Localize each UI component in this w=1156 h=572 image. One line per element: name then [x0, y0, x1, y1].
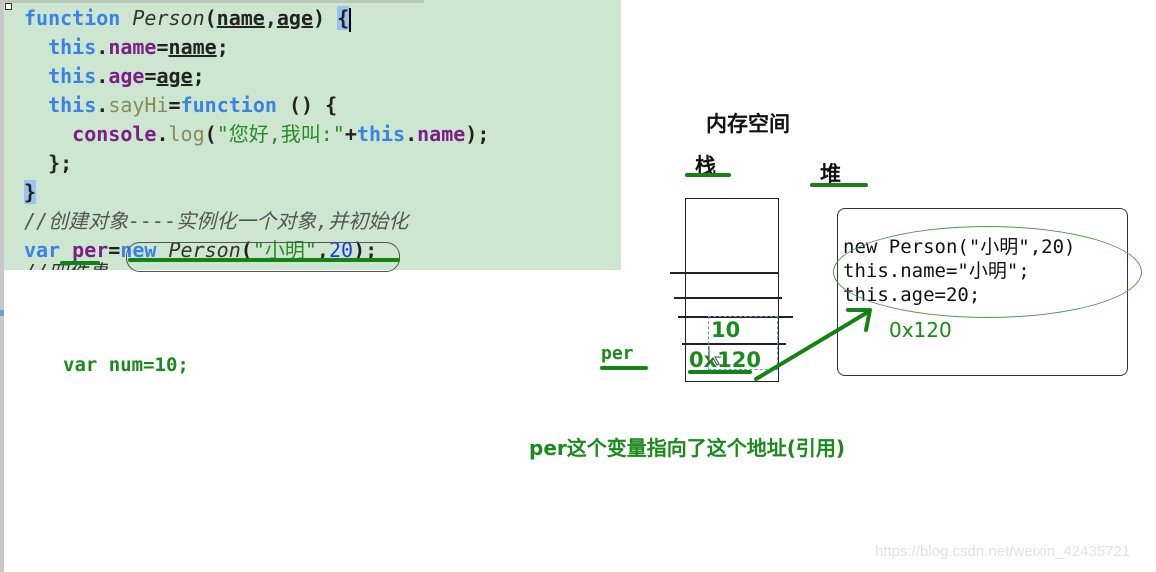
code-token: //创建对象----实例化一个对象,并初始化 [24, 209, 409, 233]
code-token: Person [132, 6, 205, 30]
code-highlight-ellipse [126, 242, 400, 272]
code-underline-annotation [128, 258, 400, 262]
stack-value-address: 0x120 [689, 348, 761, 372]
reference-caption: per这个变量指向了这个地址(引用) [529, 436, 846, 460]
toolbar-shadow [4, 0, 424, 3]
code-token: () { [276, 93, 338, 117]
code-token: }; [24, 151, 73, 175]
code-token: console [72, 122, 157, 146]
watermark: https://blog.csdn.net/weixin_42435721 [875, 543, 1131, 560]
code-token: this [48, 64, 97, 88]
code-token: name [168, 35, 217, 59]
code-token: per [72, 238, 109, 262]
code-token: ) [313, 6, 338, 30]
code-token: . [156, 122, 169, 146]
code-token: age [156, 64, 193, 88]
edge-marker [0, 310, 4, 316]
code-token: age [108, 64, 145, 88]
code-token: { [337, 6, 350, 30]
code-token: this [48, 93, 97, 117]
code-line: this.age=age; [24, 62, 489, 91]
stack-address-underline [688, 370, 752, 374]
code-token: function [24, 6, 121, 30]
code-token: + [344, 122, 357, 146]
text-cursor [349, 7, 352, 32]
stack-divider [670, 272, 778, 274]
code-token: = [144, 64, 157, 88]
code-token: . [96, 64, 109, 88]
code-token: . [96, 93, 109, 117]
code-line: console.log("您好,我叫:"+this.name); [24, 120, 489, 149]
code-token: name [108, 35, 157, 59]
heap-object-ellipse [833, 226, 1142, 318]
per-underline [600, 366, 648, 370]
code-token: } [24, 180, 37, 204]
code-line: }; [24, 149, 489, 178]
stack-divider [674, 297, 782, 299]
code-token: ; [216, 35, 229, 59]
code-line: function Person(name,age) { [24, 4, 489, 33]
code-token: . [405, 122, 418, 146]
code-token: = [156, 35, 169, 59]
code-token: sayHi [108, 93, 169, 117]
code-line: } [24, 178, 489, 207]
code-token: ; [192, 64, 205, 88]
code-line: //创建对象----实例化一个对象,并初始化 [24, 207, 489, 236]
stack-label-underline [685, 173, 731, 177]
per-variable-label: per [601, 343, 634, 364]
code-token: . [96, 35, 109, 59]
heap-label-underline [810, 183, 868, 187]
code-token: "您好,我叫:" [216, 122, 345, 146]
code-token: function [180, 93, 277, 117]
code-line: this.name=name; [24, 33, 489, 62]
code-token: name [417, 122, 466, 146]
code-token: this [48, 35, 97, 59]
code-block[interactable]: function Person(name,age) { this.name=na… [24, 4, 489, 265]
code-token: log [168, 122, 205, 146]
var-num-annotation: var num=10; [63, 354, 189, 376]
code-token: = [168, 93, 181, 117]
code-token: name [216, 6, 265, 30]
var-underline-annotation [60, 261, 100, 265]
code-token: , [264, 6, 277, 30]
code-token: ); [465, 122, 490, 146]
code-token: ( [204, 6, 217, 30]
code-token: age [276, 6, 314, 30]
heap-address: 0x120 [889, 318, 952, 342]
stack-value-num: 10 [711, 318, 741, 342]
window-corner-icon [5, 3, 12, 10]
code-token: = [108, 238, 121, 262]
memory-space-title: 内存空间 [706, 112, 790, 136]
code-line: this.sayHi=function () { [24, 91, 489, 120]
code-token: var [24, 238, 61, 262]
code-token: this [356, 122, 406, 146]
code-token: ( [204, 122, 217, 146]
